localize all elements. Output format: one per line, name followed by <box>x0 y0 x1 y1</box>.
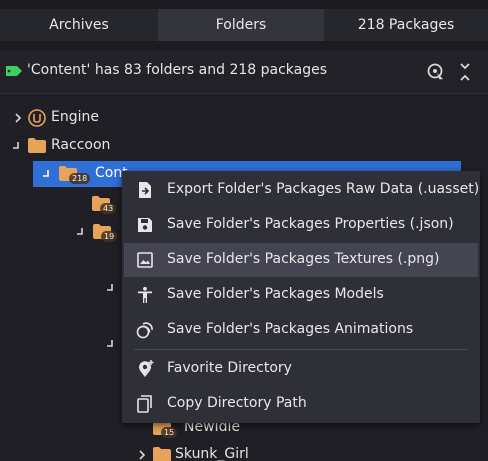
export-file-icon <box>139 182 151 198</box>
tab-archives[interactable]: Archives <box>0 9 158 41</box>
folder-status-bar: 'Content' has 83 folders and 218 package… <box>0 50 488 94</box>
package-count-badge: 19 <box>101 231 118 242</box>
unreal-engine-icon <box>28 109 46 127</box>
chevron-down-icon[interactable] <box>74 226 86 238</box>
app-window: Archives Folders 218 Packages 'Content' … <box>0 0 488 461</box>
tree-row-engine[interactable]: Engine <box>0 105 470 131</box>
menu-item-export-raw-data[interactable]: Export Folder's Packages Raw Data (.uass… <box>124 173 480 207</box>
menu-item-label: Save Folder's Packages Properties (.json… <box>167 216 454 232</box>
chevron-right-icon[interactable] <box>136 449 148 461</box>
tree-label: Engine <box>51 109 99 125</box>
collapse-all-icon[interactable] <box>457 62 473 82</box>
tree-label: Raccoon <box>51 137 111 153</box>
save-icon <box>138 218 152 232</box>
tab-bar: Archives Folders 218 Packages <box>0 0 488 50</box>
menu-item-favorite-directory[interactable]: Favorite Directory <box>124 352 478 386</box>
package-count-badge: 43 <box>100 203 117 214</box>
folder-icon <box>28 138 46 153</box>
tab-packages[interactable]: 218 Packages <box>324 9 488 41</box>
person-icon <box>138 286 152 303</box>
package-count-badge: 15 <box>161 427 178 438</box>
menu-item-label: Copy Directory Path <box>167 395 307 411</box>
image-icon <box>137 252 153 268</box>
menu-item-copy-path[interactable]: Copy Directory Path <box>124 387 478 421</box>
chevron-down-icon[interactable] <box>104 338 116 350</box>
menu-item-label: Save Folder's Packages Animations <box>167 321 414 337</box>
copy-icon <box>137 395 152 413</box>
menu-item-save-animations[interactable]: Save Folder's Packages Animations <box>124 313 478 347</box>
folder-icon <box>153 447 171 461</box>
package-count-badge: 218 <box>69 173 91 184</box>
favorite-location-icon <box>139 360 154 377</box>
menu-item-save-properties[interactable]: Save Folder's Packages Properties (.json… <box>124 208 478 242</box>
menu-item-label: Favorite Directory <box>167 360 292 376</box>
animation-icon <box>136 322 153 339</box>
menu-item-label: Save Folder's Packages Models <box>167 286 384 302</box>
chevron-down-icon[interactable] <box>10 140 22 152</box>
tree-row-raccoon[interactable]: Raccoon <box>0 133 470 159</box>
menu-item-label: Save Folder's Packages Textures (.png) <box>167 251 440 267</box>
chevron-right-icon[interactable] <box>12 112 24 124</box>
locate-icon[interactable] <box>426 62 446 82</box>
tree-label: Skunk_Girl <box>175 446 249 461</box>
tag-icon <box>6 66 22 76</box>
status-text: 'Content' has 83 folders and 218 package… <box>27 62 328 78</box>
tab-folders[interactable]: Folders <box>158 9 324 41</box>
menu-item-save-models[interactable]: Save Folder's Packages Models <box>124 278 478 312</box>
chevron-down-icon[interactable] <box>40 168 52 180</box>
chevron-down-icon[interactable] <box>104 282 116 294</box>
context-menu: Export Folder's Packages Raw Data (.uass… <box>122 171 480 423</box>
menu-item-label: Export Folder's Packages Raw Data (.uass… <box>167 181 480 197</box>
menu-separator <box>134 349 468 350</box>
menu-item-save-textures[interactable]: Save Folder's Packages Textures (.png) <box>124 243 478 277</box>
tree-row-skunk-girl[interactable]: Skunk_Girl <box>0 442 470 461</box>
